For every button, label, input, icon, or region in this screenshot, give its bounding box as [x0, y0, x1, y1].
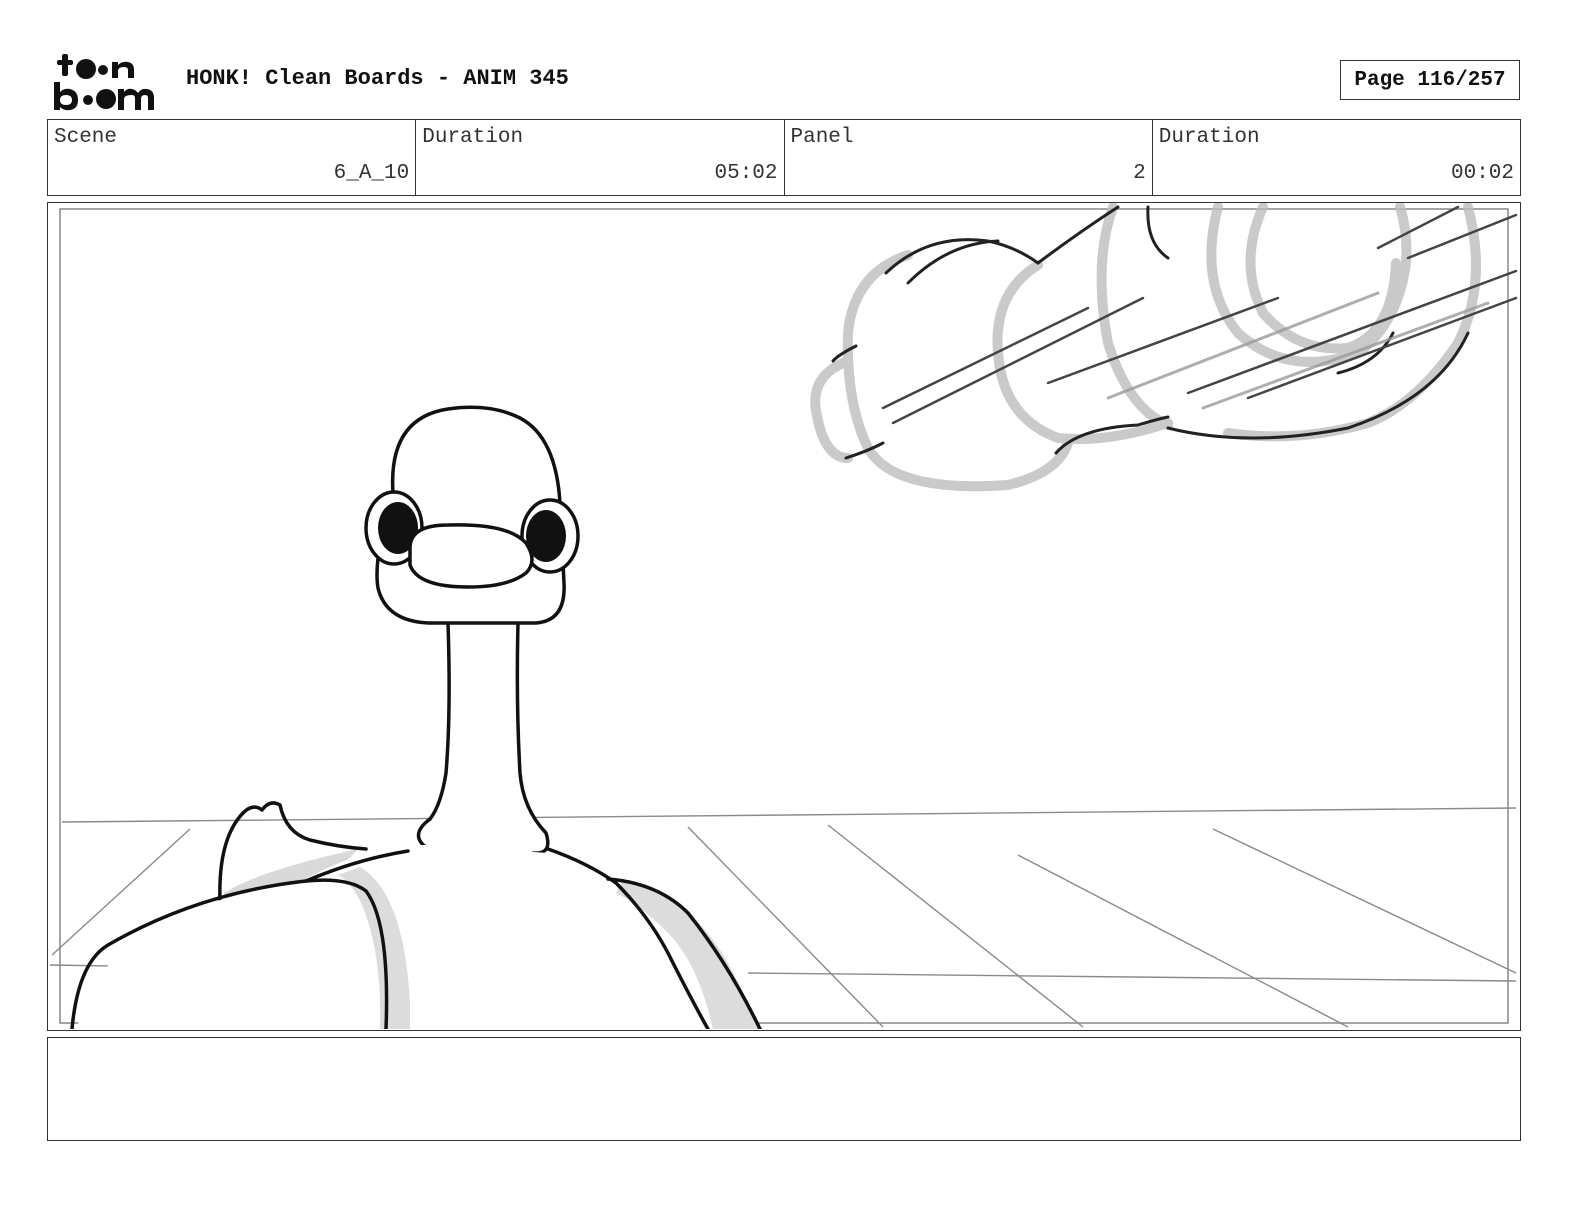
panel-duration-value: 00:02: [1450, 162, 1514, 185]
storyboard-panel: [47, 202, 1521, 1031]
info-row: Scene 6_A_10 Duration 05:02 Panel 2 Dura…: [47, 119, 1521, 196]
panel-duration-cell: Duration 00:02: [1153, 120, 1520, 195]
panel-drawing: [49, 203, 1518, 1029]
scene-duration-label: Duration: [422, 126, 524, 149]
toon-boom-logo: [54, 54, 154, 111]
page-indicator: Page 116/257: [1340, 60, 1520, 100]
panel-duration-label: Duration: [1158, 126, 1260, 149]
goose-neck: [416, 621, 550, 864]
scene-label: Scene: [54, 126, 118, 149]
motion-blur-object: [810, 203, 1518, 492]
scene-cell: Scene 6_A_10: [48, 120, 417, 195]
panel-notes-box: [47, 1037, 1521, 1141]
panel-label: Panel: [790, 126, 854, 149]
scene-duration-value: 05:02: [714, 162, 778, 185]
panel-cell: Panel 2: [785, 120, 1153, 195]
document-title: HONK! Clean Boards - ANIM 345: [186, 66, 569, 91]
goose-character: [70, 405, 762, 1029]
panel-value: 2: [1133, 162, 1146, 185]
scene-duration-cell: Duration 05:02: [416, 120, 785, 195]
scene-value: 6_A_10: [333, 162, 410, 185]
goose-beak: [408, 523, 534, 589]
page-indicator-text: Page 116/257: [1354, 68, 1506, 92]
